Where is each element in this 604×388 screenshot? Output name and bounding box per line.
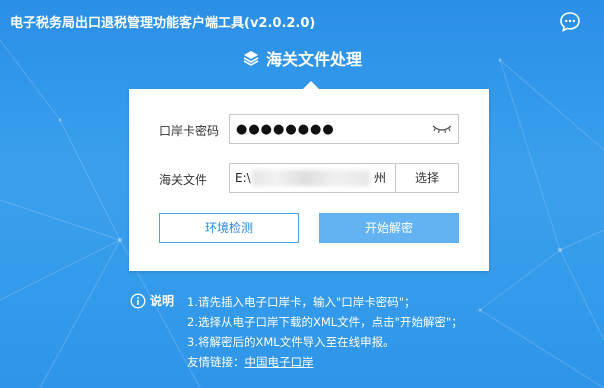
card-pointer: [303, 81, 319, 89]
start-decrypt-button[interactable]: 开始解密: [319, 213, 459, 243]
card-password-label: 口岸卡密码: [159, 124, 220, 138]
china-eport-link[interactable]: 中国电子口岸: [245, 355, 314, 369]
app-title: 电子税务局出口退税管理功能客户端工具(v2.0.2.0): [10, 16, 316, 31]
redacted-path-blur: [252, 170, 370, 186]
chat-bubble-icon: [560, 12, 580, 32]
friendly-links-label: 友情链接：: [187, 355, 245, 369]
instructions-list: 1.请先插入电子口岸卡，输入"口岸卡密码"； 2.选择从电子口岸下载的XML文件…: [187, 292, 463, 372]
layers-icon: [243, 51, 259, 66]
title-bar: 电子税务局出口退税管理功能客户端工具(v2.0.2.0): [0, 0, 604, 44]
instructions-heading: 说明: [130, 292, 174, 309]
browse-button[interactable]: 选择: [396, 164, 458, 192]
customs-file-field: E:\ 州 选择: [229, 163, 459, 193]
customs-file-label: 海关文件: [159, 173, 208, 187]
info-icon: [130, 293, 146, 308]
env-check-button[interactable]: 环境检测: [159, 213, 299, 243]
instruction-line-2: 2.选择从电子口岸下载的XML文件，点击"开始解密"；: [187, 315, 463, 329]
instruction-line-1: 1.请先插入电子口岸卡，输入"口岸卡密码"；: [187, 295, 416, 309]
friendly-links: 友情链接：中国电子口岸: [187, 352, 463, 372]
section-header: 海关文件处理: [0, 46, 604, 74]
instructions-title: 说明: [150, 294, 175, 308]
card-password-input[interactable]: ●●●●●●●●: [230, 122, 431, 137]
instruction-line-3: 3.将解密后的XML文件导入至在线申报。: [187, 335, 395, 349]
customs-file-path: E:\: [235, 171, 251, 185]
customs-file-path-tail: 州: [374, 171, 387, 185]
eye-closed-icon[interactable]: [431, 122, 453, 136]
section-title: 海关文件处理: [265, 50, 362, 69]
customs-file-input[interactable]: E:\ 州: [230, 164, 396, 192]
feedback-button[interactable]: [559, 11, 581, 33]
card-password-field[interactable]: ●●●●●●●●: [229, 114, 459, 144]
